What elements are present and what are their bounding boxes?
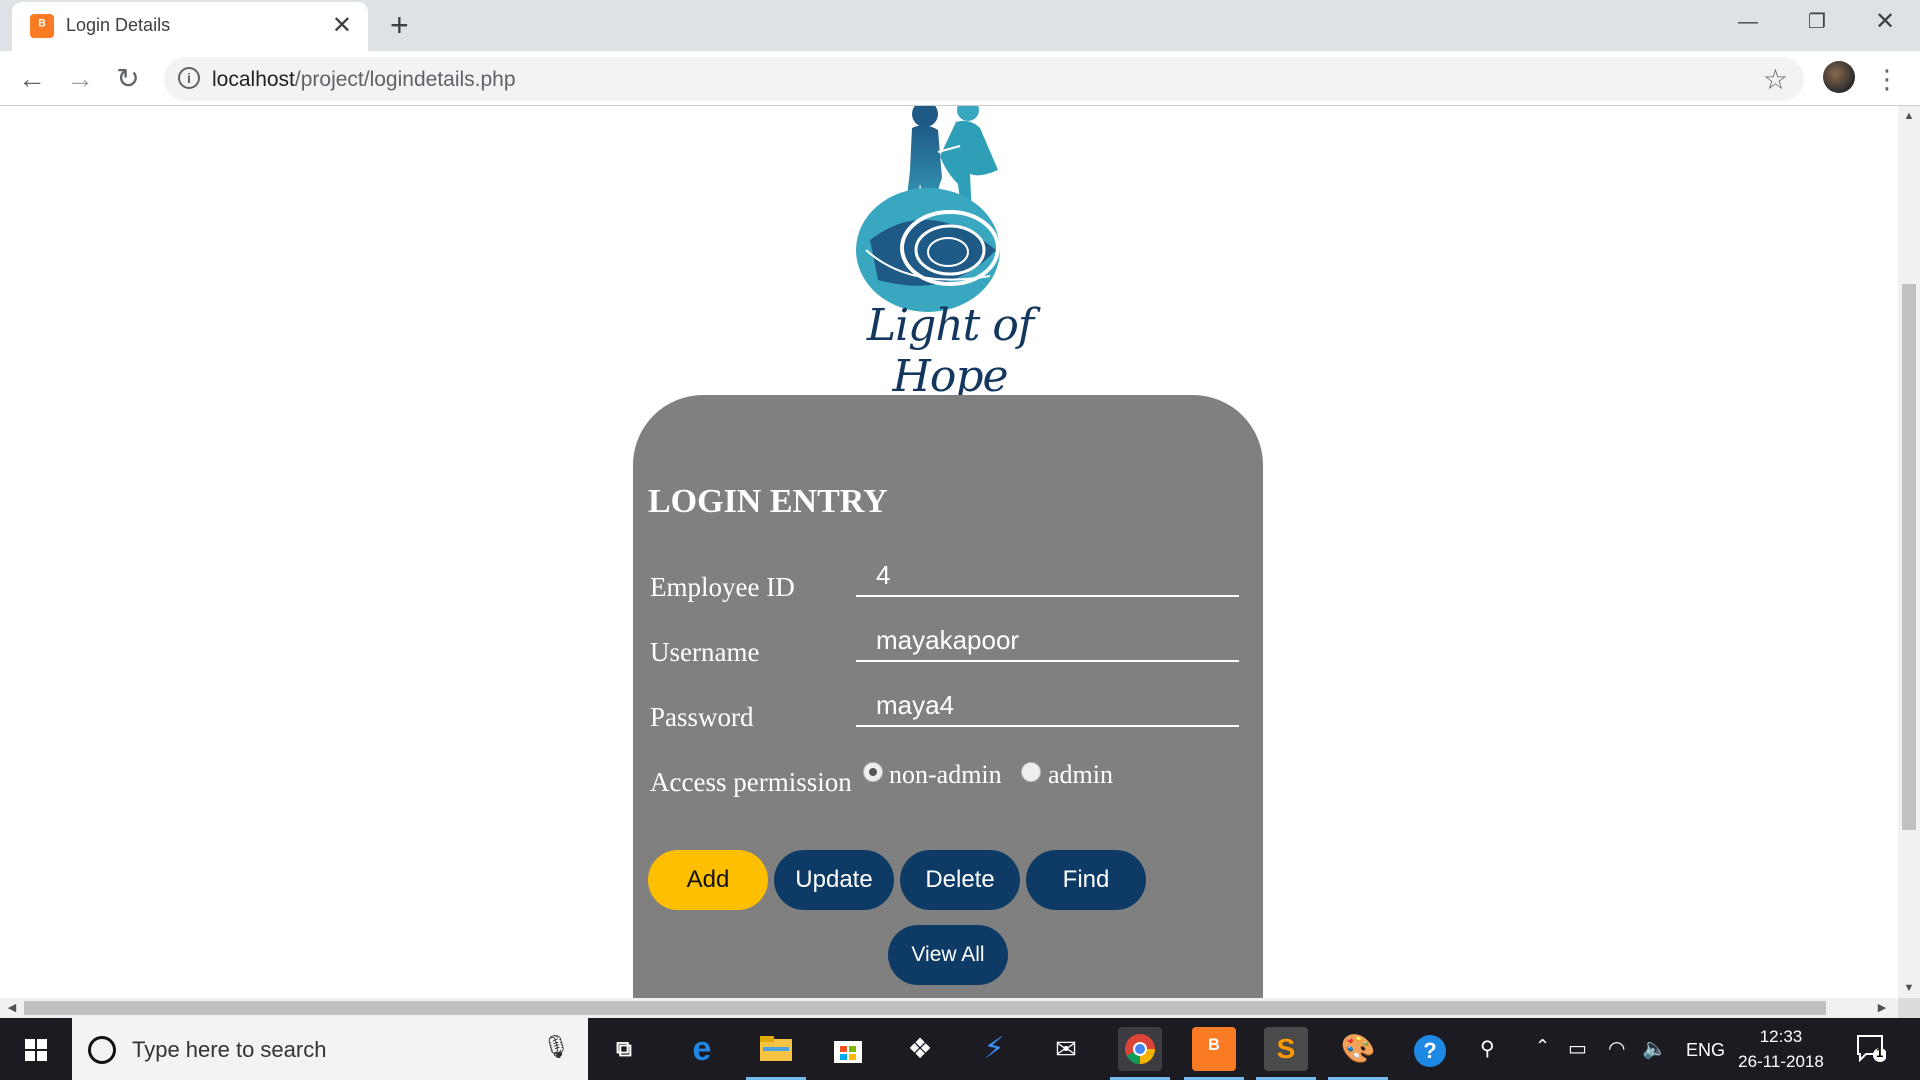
page-viewport: Light of Hope LOGIN ENTRY Employee ID Us… (0, 106, 1898, 998)
find-button[interactable]: Find (1026, 850, 1146, 910)
non-admin-radio[interactable] (863, 762, 883, 782)
url-text: localhost/project/logindetails.php (212, 68, 516, 92)
file-explorer-icon[interactable] (746, 1027, 806, 1080)
chrome-icon[interactable] (1110, 1027, 1170, 1080)
system-clock[interactable]: 12:33 26-11-2018 (1736, 1024, 1826, 1074)
browser-tab[interactable]: ᴮ Login Details ✕ (12, 2, 368, 51)
windows-logo-icon (25, 1039, 47, 1061)
volume-icon[interactable]: 🔈 (1642, 1036, 1667, 1061)
show-hidden-icons-icon[interactable]: ⌃ (1535, 1036, 1550, 1057)
url-host: localhost (212, 68, 295, 91)
update-button[interactable]: Update (774, 850, 894, 910)
scroll-down-arrow-icon[interactable]: ▼ (1898, 978, 1920, 998)
start-button[interactable] (0, 1018, 70, 1080)
admin-radio[interactable] (1021, 762, 1041, 782)
scroll-up-arrow-icon[interactable]: ▲ (1898, 106, 1920, 126)
dropbox-icon[interactable]: ❖ (898, 1027, 942, 1071)
delete-button[interactable]: Delete (900, 850, 1020, 910)
forward-arrow-icon[interactable]: → (60, 59, 100, 99)
cortana-icon (88, 1036, 116, 1064)
browser-menu-icon[interactable]: ⋮ (1874, 59, 1900, 99)
logo-text: Light of Hope (866, 300, 1034, 402)
horizontal-scrollbar[interactable]: ◀ ▶ (0, 998, 1898, 1018)
scroll-right-arrow-icon[interactable]: ▶ (1872, 998, 1892, 1018)
login-entry-form: LOGIN ENTRY Employee ID Username Passwor… (633, 395, 1263, 998)
username-label: Username (650, 637, 760, 667)
wifi-icon[interactable]: ◠ (1608, 1036, 1625, 1061)
clock-date: 26-11-2018 (1738, 1052, 1824, 1071)
access-permission-label: Access permission (650, 767, 852, 797)
store-icon[interactable] (826, 1027, 870, 1071)
non-admin-label: non-admin (889, 760, 1002, 789)
scrollbar-corner (1898, 998, 1920, 1018)
profile-avatar[interactable] (1823, 61, 1855, 93)
employee-id-input[interactable] (856, 555, 1239, 597)
notification-count: 1 (1876, 1045, 1884, 1060)
browser-titlebar: ᴮ Login Details ✕ + — ❐ ✕ (0, 0, 1920, 51)
tab-title: Login Details (66, 15, 171, 35)
vertical-scrollbar[interactable]: ▲ ▼ (1898, 106, 1920, 998)
view-all-button[interactable]: View All (888, 925, 1008, 985)
url-path: /project/logindetails.php (294, 68, 516, 91)
form-title: LOGIN ENTRY (648, 483, 888, 520)
search-placeholder: Type here to search (132, 1037, 327, 1062)
microphone-icon[interactable]: 🎙 (542, 1034, 570, 1060)
horizontal-scroll-thumb[interactable] (24, 1001, 1826, 1015)
address-bar[interactable]: i localhost/project/logindetails.php ☆ (164, 57, 1804, 101)
scroll-left-arrow-icon[interactable]: ◀ (2, 998, 22, 1018)
password-input[interactable] (856, 685, 1239, 727)
admin-label: admin (1048, 760, 1113, 789)
password-label: Password (650, 702, 754, 732)
new-tab-button[interactable]: + (390, 8, 409, 42)
add-button[interactable]: Add (648, 850, 768, 910)
visual-studio-icon[interactable]: ⚡ (972, 1027, 1016, 1071)
window-close-icon[interactable]: ✕ (1850, 0, 1920, 44)
windows-taskbar: Type here to search 🎙 ⧉ e ❖ ⚡ ✉ ᴮ S 🎨 ? … (0, 1018, 1920, 1080)
vertical-scroll-thumb[interactable] (1902, 284, 1916, 830)
mail-icon[interactable]: ✉ (1044, 1027, 1088, 1071)
username-input[interactable] (856, 620, 1239, 662)
task-view-icon[interactable]: ⧉ (602, 1027, 646, 1071)
people-icon[interactable]: ⚲ (1480, 1036, 1495, 1061)
back-arrow-icon[interactable]: ← (12, 59, 52, 99)
bookmark-star-icon[interactable]: ☆ (1763, 63, 1788, 96)
battery-icon[interactable]: ▭ (1568, 1036, 1587, 1061)
clock-time: 12:33 (1759, 1027, 1803, 1046)
reload-icon[interactable]: ↻ (108, 59, 148, 99)
restore-icon[interactable]: ❐ (1782, 0, 1852, 44)
edge-icon[interactable]: e (680, 1027, 724, 1071)
taskbar-search[interactable]: Type here to search 🎙 (72, 1018, 588, 1080)
help-icon[interactable]: ? (1408, 1027, 1452, 1071)
info-icon[interactable]: i (178, 67, 200, 89)
employee-id-label: Employee ID (650, 572, 795, 602)
sublime-icon[interactable]: S (1256, 1027, 1316, 1080)
action-center-icon[interactable]: 1 (1856, 1034, 1887, 1063)
paint-icon[interactable]: 🎨 (1328, 1027, 1388, 1080)
language-indicator[interactable]: ENG (1686, 1040, 1725, 1061)
xampp-icon[interactable]: ᴮ (1184, 1027, 1244, 1080)
minimize-icon[interactable]: — (1713, 0, 1783, 44)
close-tab-icon[interactable]: ✕ (332, 12, 352, 40)
browser-toolbar: ← → ↻ i localhost/project/logindetails.p… (0, 51, 1920, 106)
xampp-favicon-icon: ᴮ (30, 14, 54, 38)
